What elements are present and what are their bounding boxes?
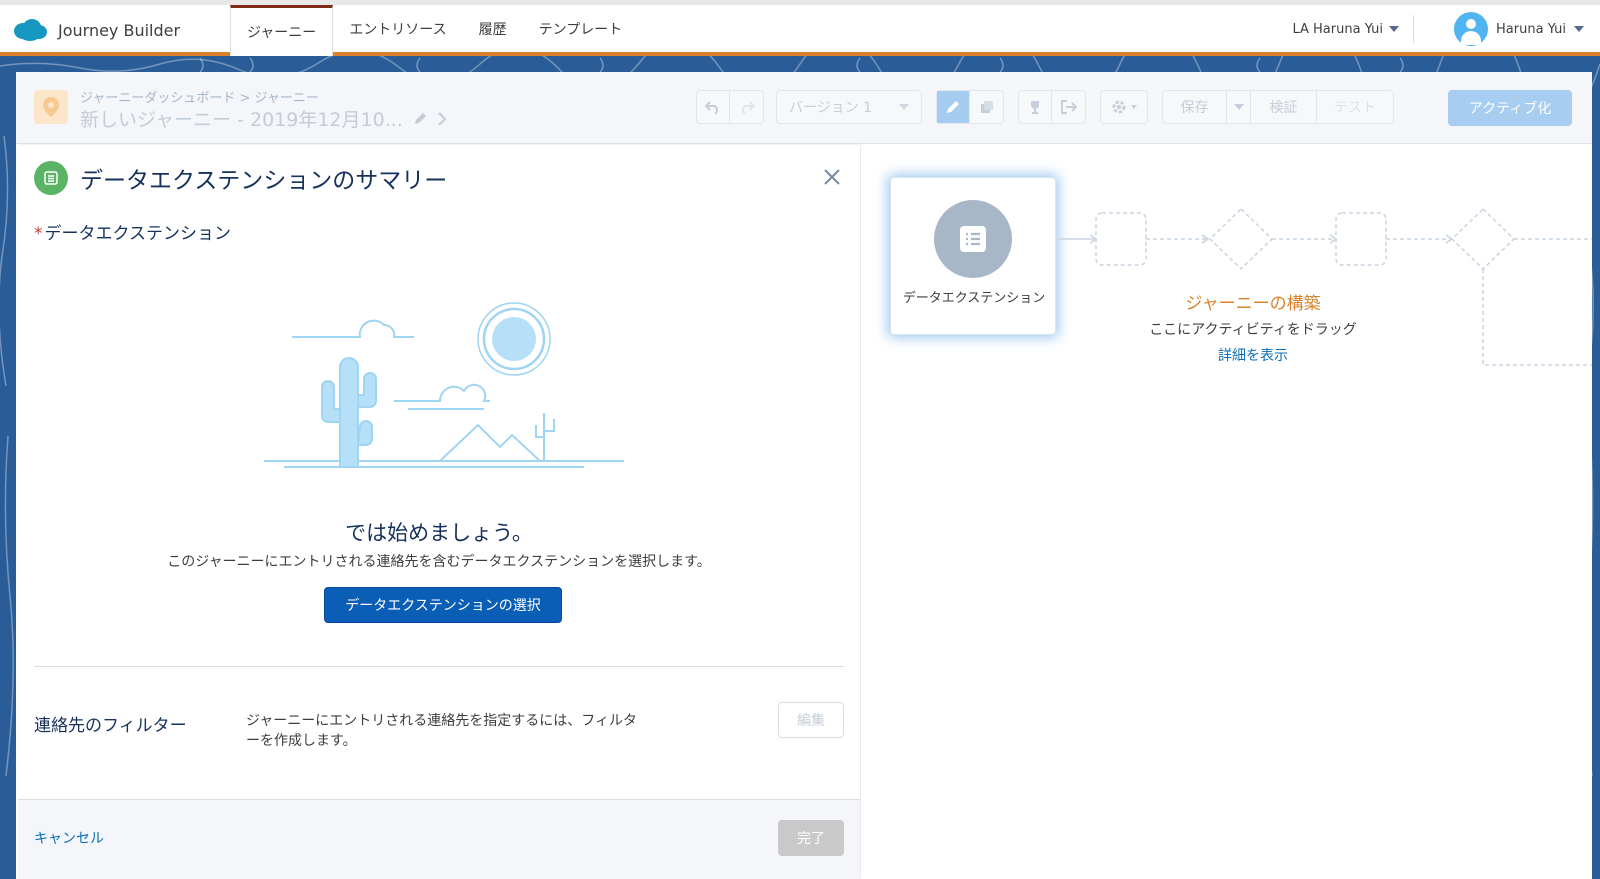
empty-state-subtitle: このジャーニーにエントリされる連絡先を含むデータエクステンションを選択します。 [167, 554, 711, 570]
build-journey-title: ジャーニーの構築 [1185, 294, 1321, 314]
undo-icon[interactable] [697, 91, 731, 123]
exit-icon[interactable] [1052, 91, 1085, 123]
list-icon [34, 161, 68, 195]
undo-redo-group [696, 90, 764, 124]
data-extension-field-label: * データエクステンション [34, 223, 234, 245]
edit-mode-button[interactable] [937, 91, 971, 123]
version-label: バージョン 1 [789, 100, 873, 116]
tab-templates[interactable]: テンプレート [523, 5, 639, 52]
redo-icon[interactable] [730, 91, 763, 123]
tab-history[interactable]: 履歴 [463, 5, 523, 52]
activate-button[interactable]: アクティブ化 [1448, 90, 1572, 126]
close-icon[interactable] [822, 167, 842, 187]
chevron-down-icon [1389, 26, 1399, 32]
data-extension-icon [934, 200, 1012, 278]
salesforce-cloud-icon [14, 19, 47, 41]
chevron-down-icon [1574, 26, 1584, 32]
action-group: 保存 検証 テスト [1162, 90, 1394, 124]
gear-icon [1112, 100, 1126, 114]
avatar [1454, 12, 1489, 46]
breadcrumb: ジャーニーダッシュボード > ジャーニー [80, 87, 319, 106]
desert-illustration [264, 302, 624, 468]
entry-source-card[interactable]: データエクステンション [890, 177, 1056, 335]
pencil-icon [947, 101, 959, 113]
breadcrumb-dashboard[interactable]: ジャーニーダッシュボード [80, 91, 235, 106]
pencil-icon[interactable] [413, 112, 427, 126]
chevron-down-icon [1131, 105, 1137, 109]
settings-menu[interactable] [1100, 90, 1148, 124]
goal-exit-group [1018, 90, 1086, 124]
breadcrumb-separator: > [239, 91, 251, 106]
org-switcher[interactable]: LA Haruna Yui [1292, 15, 1414, 43]
user-name: Haruna Yui [1496, 21, 1566, 37]
journey-workspace: ジャーニーダッシュボード > ジャーニー 新しいジャーニー - 2019年12月… [16, 72, 1592, 879]
tab-journey[interactable]: ジャーニー [230, 5, 334, 56]
journey-header: ジャーニーダッシュボード > ジャーニー 新しいジャーニー - 2019年12月… [16, 72, 1592, 144]
tab-entry-sources[interactable]: エントリソース [333, 5, 462, 52]
select-data-extension-button[interactable]: データエクステンションの選択 [324, 587, 562, 623]
chevron-right-icon[interactable] [437, 111, 447, 127]
validate-button[interactable]: 検証 [1251, 91, 1317, 123]
panel-title-text: データエクステンションのサマリー [80, 168, 448, 194]
cancel-link[interactable]: キャンセル [34, 828, 104, 848]
save-menu-button[interactable] [1227, 91, 1251, 123]
journey-canvas[interactable]: データエクステンション ジャーニーの構築 ここにアクティビティをドラッグ 詳細を… [861, 145, 1592, 879]
copy-mode-button[interactable] [970, 91, 1003, 123]
app-name: Journey Builder [58, 20, 181, 40]
chevron-down-icon [899, 104, 909, 110]
trophy-icon[interactable] [1019, 91, 1053, 123]
breadcrumb-journey[interactable]: ジャーニー [255, 91, 319, 106]
mode-toggle-group [936, 90, 1004, 124]
journey-title-text: 新しいジャーニー - 2019年12月10... [80, 109, 403, 131]
top-nav: Journey Builder ジャーニー エントリソース 履歴 テンプレート … [0, 0, 1600, 56]
brand[interactable]: Journey Builder [12, 13, 180, 47]
edit-filter-button[interactable]: 編集 [778, 702, 844, 738]
location-pin-icon [34, 90, 68, 124]
show-details-link[interactable]: 詳細を表示 [1123, 345, 1383, 365]
chevron-down-icon [1233, 104, 1244, 110]
panel-footer: キャンセル 完了 [18, 799, 860, 879]
copy-icon [980, 101, 993, 113]
data-extension-summary-panel: データエクステンションのサマリー * データエクステンション では始めましょう。 … [18, 145, 860, 879]
done-button[interactable]: 完了 [778, 820, 844, 856]
build-journey-subtitle: ここにアクティビティをドラッグ [1149, 322, 1357, 338]
entry-source-label: データエクステンション [902, 291, 1046, 306]
journey-title: 新しいジャーニー - 2019年12月10... [80, 105, 447, 132]
version-select[interactable]: バージョン 1 [776, 90, 922, 124]
main-tabs: ジャーニー エントリソース 履歴 テンプレート [230, 5, 639, 56]
save-button[interactable]: 保存 [1163, 91, 1227, 123]
field-label-text: データエクステンション [44, 224, 232, 244]
empty-state-title: では始めましょう。 [345, 521, 533, 545]
test-button[interactable]: テスト [1317, 91, 1393, 123]
org-label: LA Haruna Yui [1292, 21, 1383, 37]
required-marker: * [34, 224, 43, 244]
contact-filter-label: 連絡先のフィルター [34, 716, 187, 736]
panel-title: データエクステンションのサマリー [34, 161, 447, 195]
user-menu[interactable]: Haruna Yui [1454, 11, 1584, 47]
divider [34, 666, 844, 667]
contact-filter-description: ジャーニーにエントリされる連絡先を指定するには、フィルターを作成します。 [246, 713, 638, 749]
